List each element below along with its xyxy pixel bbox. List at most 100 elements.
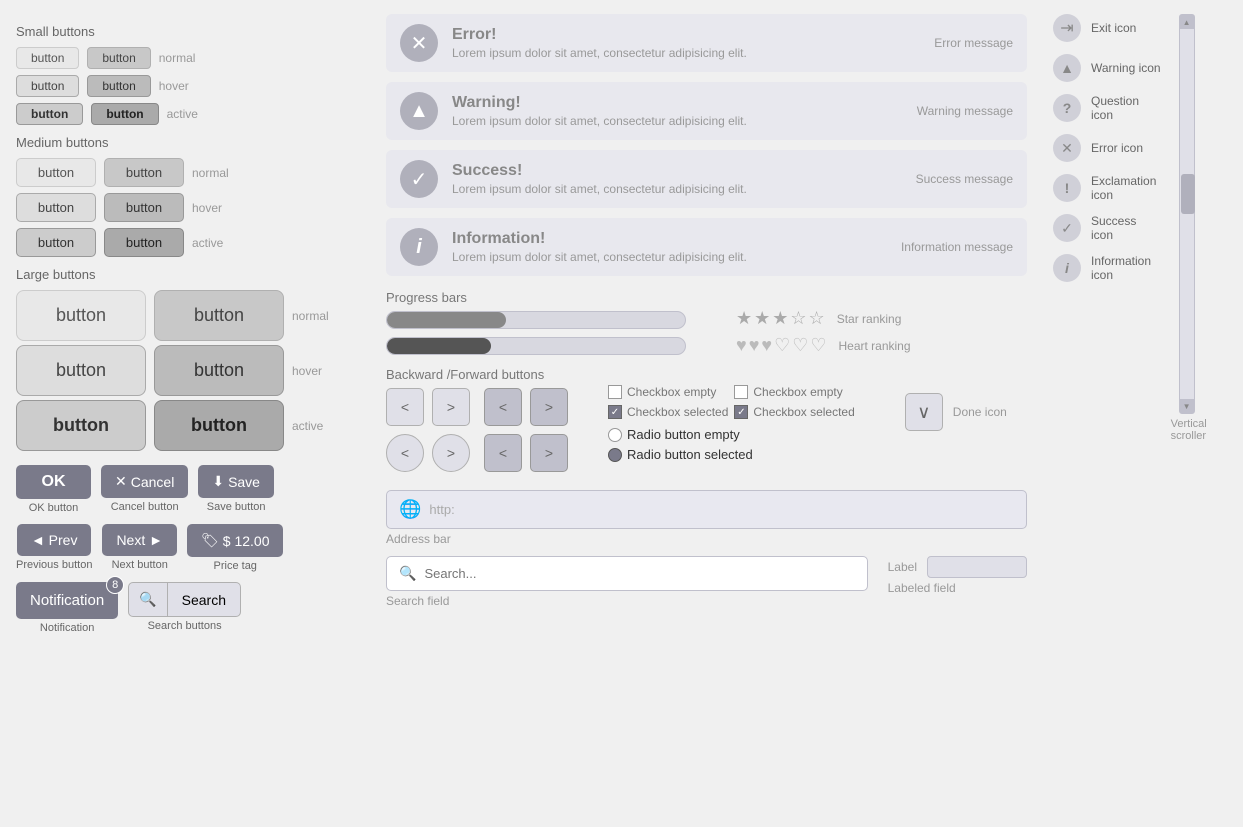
address-bar[interactable]: 🌐 http: (386, 490, 1027, 529)
small-btn-hover-dark[interactable]: button (87, 75, 150, 97)
radio-empty-btn[interactable] (608, 428, 622, 442)
large-buttons-active-row: button button active (16, 400, 354, 451)
small-btn-active-dark[interactable]: button (91, 103, 158, 125)
ok-button-label: OK button (29, 502, 79, 514)
small-btn-hover-light[interactable]: button (16, 75, 79, 97)
small-buttons-hover-row: button button hover (16, 75, 354, 97)
error-icon-item: ✕ Error icon (1053, 134, 1161, 162)
checkbox-selected-label-1: Checkbox selected (627, 405, 728, 419)
heart-ranking-row: ♥♥♥♡♡♡ Heart ranking (736, 335, 911, 356)
search-field-icon: 🔍 (399, 565, 416, 582)
large-btn-hover-light[interactable]: button (16, 345, 146, 396)
medium-btn-active-light[interactable]: button (16, 228, 96, 257)
small-buttons-title: Small buttons (16, 24, 354, 39)
medium-btn-active-dark[interactable]: button (104, 228, 184, 257)
medium-btn-normal-light[interactable]: button (16, 158, 96, 187)
exclamation-icon-label: Exclamation icon (1091, 174, 1161, 202)
small-normal-label: normal (159, 51, 196, 65)
address-bar-text: http: (429, 502, 1014, 517)
checkbox-empty-1: Checkbox empty (608, 385, 728, 399)
nav-buttons-row: ◄ Prev Previous button Next ► Next butto… (16, 524, 354, 572)
done-icon-button[interactable]: ∨ (905, 393, 943, 431)
back-btn-2[interactable]: < (386, 434, 424, 472)
success-message-content: Success! Lorem ipsum dolor sit amet, con… (452, 162, 879, 196)
radio-selected-label: Radio button selected (627, 447, 753, 462)
bf-cb-section: Backward /Forward buttons < > < > < > < … (386, 363, 1027, 480)
fwd-btn-2[interactable]: > (432, 434, 470, 472)
back-btn-1[interactable]: < (386, 388, 424, 426)
search-icon-button[interactable]: 🔍 (128, 582, 167, 617)
question-icon: ? (1053, 94, 1081, 122)
progress-bar-1 (386, 311, 686, 329)
scroller-thumb[interactable] (1181, 174, 1195, 214)
star-ranking-label: Star ranking (837, 312, 902, 326)
small-btn-normal-dark[interactable]: button (87, 47, 150, 69)
checkbox-checked-box-1[interactable]: ✓ (608, 405, 622, 419)
large-btn-active-light[interactable]: button (16, 400, 146, 451)
done-icon-label: Done icon (953, 405, 1007, 419)
medium-buttons-title: Medium buttons (16, 135, 354, 150)
save-button[interactable]: ⬇ Save (198, 465, 274, 498)
large-btn-normal-dark[interactable]: button (154, 290, 284, 341)
warning-message-title: Warning! (452, 94, 879, 112)
progress-bars-title: Progress bars (386, 290, 686, 305)
search-input[interactable] (424, 566, 854, 581)
small-btn-active-light[interactable]: button (16, 103, 83, 125)
medium-btn-hover-dark[interactable]: button (104, 193, 184, 222)
checkbox-empty-box-1[interactable] (608, 385, 622, 399)
bf-row-2: < > < > (386, 434, 568, 472)
price-tag-button[interactable]: 🏷 $ 12.00 (187, 524, 284, 557)
small-hover-label: hover (159, 79, 189, 93)
large-hover-label: hover (292, 364, 354, 378)
large-buttons-normal-row: button button normal (16, 290, 354, 341)
medium-btn-hover-light[interactable]: button (16, 193, 96, 222)
ok-button[interactable]: OK (16, 465, 91, 499)
error-icon-label: Error icon (1091, 141, 1143, 155)
price-group: 🏷 $ 12.00 Price tag (187, 524, 284, 572)
cancel-button-label: Cancel button (111, 501, 179, 513)
scroller-top-arrow[interactable]: ▲ (1180, 15, 1194, 29)
labeled-field-input[interactable] (927, 556, 1027, 578)
small-buttons-normal-row: button button normal (16, 47, 354, 69)
star-ranking-row: ★★★☆☆ Star ranking (736, 308, 911, 329)
warning-message-icon: ▲ (400, 92, 438, 130)
checkbox-empty-2: Checkbox empty (734, 385, 854, 399)
information-message-label: Information message (893, 240, 1013, 254)
medium-buttons-active-row: button button active (16, 228, 354, 257)
cancel-button[interactable]: ✕ Cancel (101, 465, 188, 498)
back-btn-dark-1[interactable]: < (484, 388, 522, 426)
search-buttons-label: Search buttons (148, 620, 222, 632)
success-icon-item: ✓ Success icon (1053, 214, 1161, 242)
information-icon: i (1053, 254, 1081, 282)
large-btn-active-dark[interactable]: button (154, 400, 284, 451)
search-text-button[interactable]: Search (168, 582, 241, 617)
price-label: $ 12.00 (223, 533, 270, 549)
notification-button[interactable]: Notification 8 (16, 582, 118, 619)
prev-button[interactable]: ◄ Prev (17, 524, 92, 556)
fwd-btn-dark-1[interactable]: > (530, 388, 568, 426)
next-button[interactable]: Next ► (102, 524, 177, 556)
medium-btn-normal-dark[interactable]: button (104, 158, 184, 187)
icon-list: ⇥ Exit icon ▲ Warning icon ? Question ic… (1053, 14, 1161, 442)
checkbox-checked-box-2[interactable]: ✓ (734, 405, 748, 419)
radio-selected-btn[interactable] (608, 448, 622, 462)
fwd-btn-dark-2[interactable]: > (530, 434, 568, 472)
checkboxes-col: Checkbox empty Checkbox empty ✓ Checkbox… (608, 363, 855, 462)
large-btn-hover-dark[interactable]: button (154, 345, 284, 396)
back-btn-dark-2[interactable]: < (484, 434, 522, 472)
notification-button-label: Notification (40, 622, 94, 634)
radio-empty-label: Radio button empty (627, 427, 740, 442)
vertical-scroller[interactable]: ▲ ▼ (1179, 14, 1195, 414)
fwd-btn-1[interactable]: > (432, 388, 470, 426)
scroller-bottom-arrow[interactable]: ▼ (1180, 399, 1194, 413)
right-panel: ⇥ Exit icon ▲ Warning icon ? Question ic… (1043, 0, 1243, 827)
prev-group: ◄ Prev Previous button (16, 524, 92, 571)
warning-message-box: ▲ Warning! Lorem ipsum dolor sit amet, c… (386, 82, 1027, 140)
large-btn-normal-light[interactable]: button (16, 290, 146, 341)
checkbox-selected-label-2: Checkbox selected (753, 405, 854, 419)
globe-icon: 🌐 (399, 499, 421, 520)
search-field[interactable]: 🔍 (386, 556, 868, 591)
checkbox-empty-box-2[interactable] (734, 385, 748, 399)
small-btn-normal-light[interactable]: button (16, 47, 79, 69)
information-message-box: i Information! Lorem ipsum dolor sit ame… (386, 218, 1027, 276)
